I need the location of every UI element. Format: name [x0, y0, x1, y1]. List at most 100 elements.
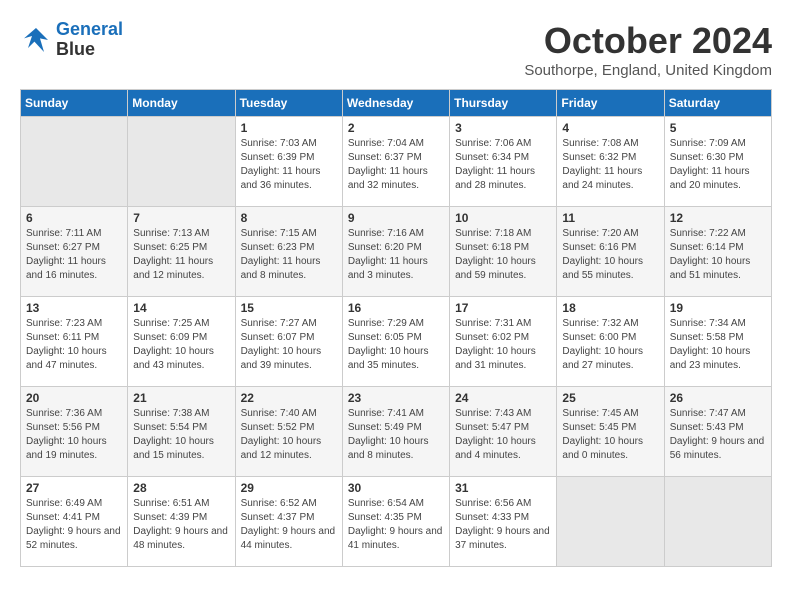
day-info: Sunrise: 7:13 AM Sunset: 6:25 PM Dayligh… [133, 227, 229, 283]
logo: General Blue [20, 20, 123, 60]
calendar-cell: 3 Sunrise: 7:06 AM Sunset: 6:34 PM Daylig… [450, 117, 557, 207]
day-number: 6 [26, 211, 122, 225]
day-number: 4 [562, 121, 658, 135]
day-number: 18 [562, 301, 658, 315]
calendar-cell: 12 Sunrise: 7:22 AM Sunset: 6:14 PM Dayli… [664, 207, 771, 297]
day-info: Sunrise: 7:23 AM Sunset: 6:11 PM Dayligh… [26, 317, 122, 373]
day-info: Sunrise: 7:41 AM Sunset: 5:49 PM Dayligh… [348, 407, 444, 463]
calendar-cell: 29 Sunrise: 6:52 AM Sunset: 4:37 PM Dayli… [235, 477, 342, 567]
day-info: Sunrise: 7:25 AM Sunset: 6:09 PM Dayligh… [133, 317, 229, 373]
month-title: October 2024 [524, 20, 772, 62]
day-info: Sunrise: 6:51 AM Sunset: 4:39 PM Dayligh… [133, 497, 229, 553]
day-number: 23 [348, 391, 444, 405]
calendar-cell: 21Sunrise: 7:38 AM Sunset: 5:54 PM Dayli… [128, 387, 235, 477]
day-info: Sunrise: 6:52 AM Sunset: 4:37 PM Dayligh… [241, 497, 337, 553]
day-number: 10 [455, 211, 551, 225]
day-info: Sunrise: 7:27 AM Sunset: 6:07 PM Dayligh… [241, 317, 337, 373]
calendar-cell: 31 Sunrise: 6:56 AM Sunset: 4:33 PM Dayli… [450, 477, 557, 567]
day-number: 14 [133, 301, 229, 315]
day-number: 8 [241, 211, 337, 225]
day-number: 1 [241, 121, 337, 135]
calendar-cell: 27 Sunrise: 6:49 AM Sunset: 4:41 PM Dayli… [21, 477, 128, 567]
day-header-sunday: Sunday [21, 90, 128, 117]
day-number: 27 [26, 481, 122, 495]
day-info: Sunrise: 7:45 AM Sunset: 5:45 PM Dayligh… [562, 407, 658, 463]
day-number: 25 [562, 391, 658, 405]
calendar-cell: 13 Sunrise: 7:23 AM Sunset: 6:11 PM Dayli… [21, 297, 128, 387]
day-number: 29 [241, 481, 337, 495]
calendar-week-row: 1Sunrise: 7:03 AM Sunset: 6:39 PM Daylig… [21, 117, 772, 207]
day-info: Sunrise: 7:36 AM Sunset: 5:56 PM Dayligh… [26, 407, 122, 463]
calendar-week-row: 13 Sunrise: 7:23 AM Sunset: 6:11 PM Dayli… [21, 297, 772, 387]
day-info: Sunrise: 7:22 AM Sunset: 6:14 PM Dayligh… [670, 227, 766, 283]
day-number: 11 [562, 211, 658, 225]
day-header-saturday: Saturday [664, 90, 771, 117]
calendar-cell: 25 Sunrise: 7:45 AM Sunset: 5:45 PM Dayli… [557, 387, 664, 477]
page-header: General Blue October 2024 Southorpe, Eng… [20, 20, 772, 79]
location: Southorpe, England, United Kingdom [524, 62, 772, 79]
day-number: 31 [455, 481, 551, 495]
calendar-cell: 19Sunrise: 7:34 AM Sunset: 5:58 PM Dayli… [664, 297, 771, 387]
day-number: 3 [455, 121, 551, 135]
day-number: 13 [26, 301, 122, 315]
calendar-header-row: SundayMondayTuesdayWednesdayThursdayFrid… [21, 90, 772, 117]
calendar-cell [664, 477, 771, 567]
day-info: Sunrise: 7:47 AM Sunset: 5:43 PM Dayligh… [670, 407, 766, 463]
calendar-cell: 28 Sunrise: 6:51 AM Sunset: 4:39 PM Dayli… [128, 477, 235, 567]
day-info: Sunrise: 6:54 AM Sunset: 4:35 PM Dayligh… [348, 497, 444, 553]
day-info: Sunrise: 7:04 AM Sunset: 6:37 PM Dayligh… [348, 137, 444, 193]
day-header-monday: Monday [128, 90, 235, 117]
calendar-cell: 30 Sunrise: 6:54 AM Sunset: 4:35 PM Dayli… [342, 477, 449, 567]
day-number: 12 [670, 211, 766, 225]
day-number: 26 [670, 391, 766, 405]
day-header-friday: Friday [557, 90, 664, 117]
day-info: Sunrise: 7:09 AM Sunset: 6:30 PM Dayligh… [670, 137, 766, 193]
day-header-tuesday: Tuesday [235, 90, 342, 117]
calendar-cell: 6 Sunrise: 7:11 AM Sunset: 6:27 PM Daylig… [21, 207, 128, 297]
calendar-cell: 24 Sunrise: 7:43 AM Sunset: 5:47 PM Dayli… [450, 387, 557, 477]
day-info: Sunrise: 7:38 AM Sunset: 5:54 PM Dayligh… [133, 407, 229, 463]
day-info: Sunrise: 7:06 AM Sunset: 6:34 PM Dayligh… [455, 137, 551, 193]
calendar-table: SundayMondayTuesdayWednesdayThursdayFrid… [20, 89, 772, 567]
day-header-wednesday: Wednesday [342, 90, 449, 117]
calendar-week-row: 6 Sunrise: 7:11 AM Sunset: 6:27 PM Daylig… [21, 207, 772, 297]
day-info: Sunrise: 7:15 AM Sunset: 6:23 PM Dayligh… [241, 227, 337, 283]
day-info: Sunrise: 7:11 AM Sunset: 6:27 PM Dayligh… [26, 227, 122, 283]
calendar-cell: 4 Sunrise: 7:08 AM Sunset: 6:32 PM Daylig… [557, 117, 664, 207]
day-number: 7 [133, 211, 229, 225]
day-info: Sunrise: 7:08 AM Sunset: 6:32 PM Dayligh… [562, 137, 658, 193]
day-number: 19 [670, 301, 766, 315]
day-number: 30 [348, 481, 444, 495]
calendar-cell: 14 Sunrise: 7:25 AM Sunset: 6:09 PM Dayli… [128, 297, 235, 387]
day-number: 16 [348, 301, 444, 315]
calendar-cell: 22Sunrise: 7:40 AM Sunset: 5:52 PM Dayli… [235, 387, 342, 477]
calendar-cell: 5 Sunrise: 7:09 AM Sunset: 6:30 PM Daylig… [664, 117, 771, 207]
day-header-thursday: Thursday [450, 90, 557, 117]
day-info: Sunrise: 7:20 AM Sunset: 6:16 PM Dayligh… [562, 227, 658, 283]
calendar-week-row: 27 Sunrise: 6:49 AM Sunset: 4:41 PM Dayli… [21, 477, 772, 567]
calendar-cell [128, 117, 235, 207]
calendar-cell: 11 Sunrise: 7:20 AM Sunset: 6:16 PM Dayli… [557, 207, 664, 297]
calendar-cell: 26 Sunrise: 7:47 AM Sunset: 5:43 PM Dayli… [664, 387, 771, 477]
calendar-cell: 23 Sunrise: 7:41 AM Sunset: 5:49 PM Dayli… [342, 387, 449, 477]
day-number: 5 [670, 121, 766, 135]
calendar-week-row: 20Sunrise: 7:36 AM Sunset: 5:56 PM Dayli… [21, 387, 772, 477]
calendar-cell: 1Sunrise: 7:03 AM Sunset: 6:39 PM Daylig… [235, 117, 342, 207]
calendar-cell: 15Sunrise: 7:27 AM Sunset: 6:07 PM Dayli… [235, 297, 342, 387]
calendar-cell: 8 Sunrise: 7:15 AM Sunset: 6:23 PM Daylig… [235, 207, 342, 297]
day-info: Sunrise: 6:56 AM Sunset: 4:33 PM Dayligh… [455, 497, 551, 553]
day-number: 24 [455, 391, 551, 405]
day-info: Sunrise: 7:40 AM Sunset: 5:52 PM Dayligh… [241, 407, 337, 463]
day-info: Sunrise: 7:43 AM Sunset: 5:47 PM Dayligh… [455, 407, 551, 463]
day-info: Sunrise: 7:32 AM Sunset: 6:00 PM Dayligh… [562, 317, 658, 373]
title-block: October 2024 Southorpe, England, United … [524, 20, 772, 79]
day-info: Sunrise: 7:16 AM Sunset: 6:20 PM Dayligh… [348, 227, 444, 283]
day-info: Sunrise: 7:29 AM Sunset: 6:05 PM Dayligh… [348, 317, 444, 373]
calendar-cell: 18 Sunrise: 7:32 AM Sunset: 6:00 PM Dayli… [557, 297, 664, 387]
day-info: Sunrise: 7:18 AM Sunset: 6:18 PM Dayligh… [455, 227, 551, 283]
day-number: 9 [348, 211, 444, 225]
day-info: Sunrise: 6:49 AM Sunset: 4:41 PM Dayligh… [26, 497, 122, 553]
day-number: 2 [348, 121, 444, 135]
logo-text: General Blue [56, 20, 123, 60]
day-number: 28 [133, 481, 229, 495]
